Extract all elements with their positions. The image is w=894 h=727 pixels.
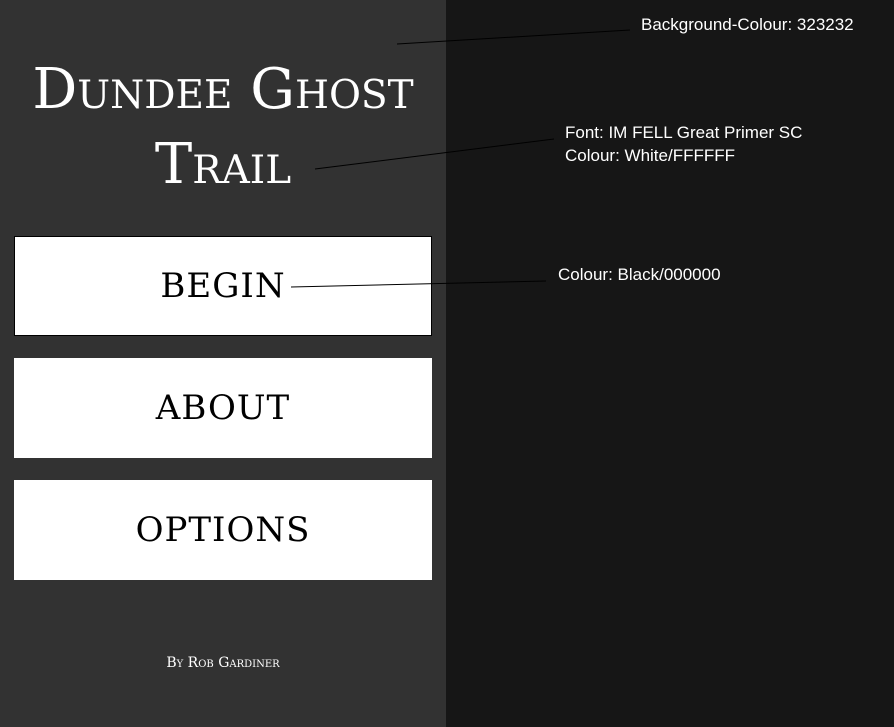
font-colour-annotation: Colour: White/FFFFFF xyxy=(565,146,736,165)
background-colour-annotation: Background-Colour: 323232 xyxy=(641,15,854,34)
button-colour-annotation: Colour: Black/000000 xyxy=(558,265,721,284)
font-name-annotation: Font: IM FELL Great Primer SC xyxy=(565,123,803,142)
app-screen-panel: Dundee Ghost Trail BEGIN ABOUT OPTIONS B… xyxy=(0,0,446,727)
app-title: Dundee Ghost Trail xyxy=(32,57,414,197)
author-byline: By Rob Gardiner xyxy=(166,655,280,671)
font-annotation: Font: IM FELL Great Primer SC Colour: Wh… xyxy=(565,121,802,167)
options-button[interactable]: OPTIONS xyxy=(14,480,432,580)
about-button[interactable]: ABOUT xyxy=(14,358,432,458)
begin-button[interactable]: BEGIN xyxy=(14,236,432,336)
